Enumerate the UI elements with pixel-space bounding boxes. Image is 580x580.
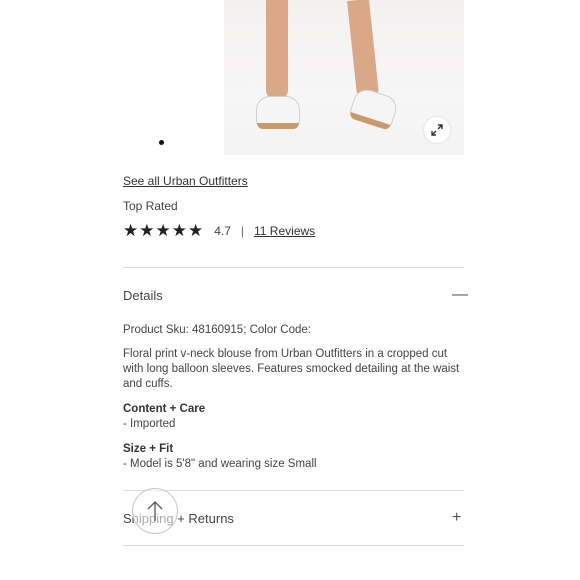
model-leg-left — [266, 0, 288, 100]
divider — [123, 490, 464, 491]
details-title[interactable]: Details — [123, 288, 163, 303]
rating-stars: ★★★★★ — [123, 221, 205, 240]
model-leg-right — [347, 0, 380, 101]
rating-value: 4.7 — [214, 224, 231, 238]
shipping-expand-icon[interactable]: + — [452, 510, 461, 526]
content-care-value: - Imported — [123, 418, 176, 430]
expand-image-button[interactable] — [424, 117, 450, 143]
scroll-to-top-button[interactable] — [132, 488, 178, 534]
details-collapse-icon[interactable]: — — [452, 287, 468, 303]
divider — [123, 545, 464, 546]
content-care-title: Content + Care — [123, 403, 206, 415]
product-sku: Product Sku: 48160915; Color Code: — [123, 324, 311, 336]
product-description: Floral print v-neck blouse from Urban Ou… — [123, 348, 460, 390]
see-all-brand-link[interactable]: See all Urban Outfitters — [123, 174, 248, 188]
size-fit-value: - Model is 5'8" and wearing size Small — [123, 458, 317, 470]
rating-row: ★★★★★ 4.7 | 11 Reviews — [123, 222, 315, 240]
carousel-dot[interactable] — [159, 140, 164, 145]
arrow-up-icon — [147, 501, 163, 521]
size-fit-title: Size + Fit — [123, 443, 174, 455]
top-rated-badge: Top Rated — [123, 199, 178, 213]
rating-separator: | — [240, 224, 245, 238]
expand-icon — [431, 124, 443, 136]
divider — [123, 267, 464, 268]
sneaker-left — [256, 96, 300, 129]
reviews-link[interactable]: 11 Reviews — [254, 224, 315, 238]
